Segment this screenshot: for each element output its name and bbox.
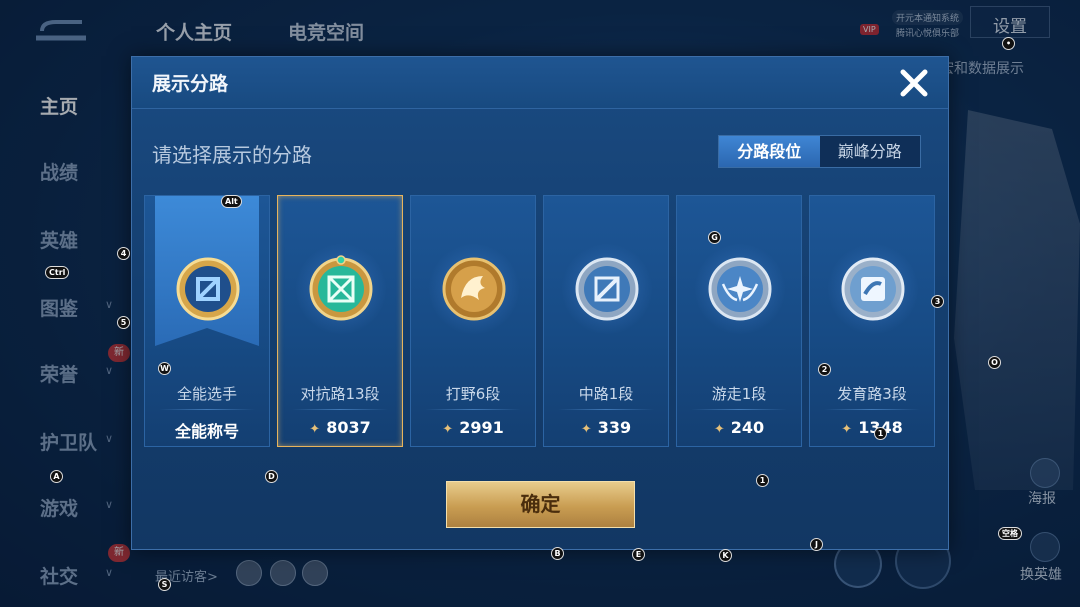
shortcut-key-b: B	[551, 547, 564, 560]
lane-card-list: 全能选手 全能称号 对抗路13段 ✦ 8037 打野6段 ✦ 2991 中路1段…	[144, 193, 936, 449]
points-icon: ✦	[841, 422, 853, 437]
points-icon: ✦	[442, 422, 454, 437]
shortcut-key-alt: Alt	[221, 195, 242, 208]
select-lane-prompt: 请选择展示的分路	[152, 143, 312, 167]
lane-card-jungle[interactable]: 打野6段 ✦ 2991	[410, 195, 536, 447]
shortcut-key-k: K	[719, 549, 732, 562]
lane-mode-toggle: 分路段位 巅峰分路	[718, 135, 921, 168]
shortcut-key-e: E	[632, 548, 645, 561]
lane-card-clash[interactable]: 对抗路13段 ✦ 8037	[277, 195, 403, 447]
lane-card-mid[interactable]: 中路1段 ✦ 339	[543, 195, 669, 447]
divider	[691, 409, 787, 410]
dialog-title: 展示分路	[152, 73, 229, 95]
lane-title: 全能称号	[174, 422, 239, 441]
shortcut-key-ctrl: Ctrl	[45, 266, 70, 279]
tab-lane-rank[interactable]: 分路段位	[719, 136, 820, 167]
shortcut-key-s: S	[158, 578, 171, 591]
all-round-emblem-icon	[176, 257, 240, 321]
shortcut-key-2: 2	[818, 363, 831, 376]
lane-points: ✦ 240	[713, 418, 765, 437]
divider	[159, 409, 255, 410]
shortcut-key-d: D	[265, 470, 278, 483]
divider	[824, 409, 920, 410]
shortcut-key-a: A	[50, 470, 63, 483]
divider	[292, 409, 388, 410]
shortcut-key-o: O	[988, 356, 1001, 369]
jungle-emblem-icon	[442, 257, 506, 321]
shortcut-key-g: G	[708, 231, 721, 244]
lane-name: 打野6段	[445, 385, 501, 403]
confirm-button[interactable]: 确定	[446, 481, 635, 528]
shortcut-key-space: 空格	[998, 527, 1022, 540]
divider	[425, 409, 521, 410]
lane-card-all-round[interactable]: 全能选手 全能称号	[144, 195, 270, 447]
shortcut-key-1: 1	[874, 427, 887, 440]
lane-name: 全能选手	[176, 385, 237, 403]
shortcut-key-j: J	[810, 538, 823, 551]
roam-emblem-icon	[708, 257, 772, 321]
dialog-header: 展示分路	[132, 57, 948, 109]
clash-lane-emblem-icon	[309, 255, 373, 321]
lane-card-roam[interactable]: 游走1段 ✦ 240	[676, 195, 802, 447]
shortcut-key-4: 4	[117, 247, 130, 260]
shortcut-key-dot: •	[1002, 37, 1015, 50]
lane-display-dialog: 展示分路 请选择展示的分路 分路段位 巅峰分路 全能选手 全能称号 对抗路13段…	[131, 56, 949, 550]
tab-peak-lane[interactable]: 巅峰分路	[820, 136, 921, 167]
close-icon[interactable]	[894, 63, 934, 103]
lane-points: ✦ 339	[580, 418, 632, 437]
points-icon: ✦	[580, 422, 592, 437]
lane-points: ✦ 8037	[309, 418, 371, 437]
lane-name: 对抗路13段	[300, 385, 380, 403]
lane-name: 发育路3段	[837, 385, 907, 403]
lane-name: 中路1段	[578, 385, 634, 403]
lane-name: 游走1段	[711, 385, 767, 403]
farm-lane-emblem-icon	[841, 257, 905, 321]
shortcut-key-1: 1	[756, 474, 769, 487]
lane-points: ✦ 2991	[442, 418, 504, 437]
shortcut-key-5: 5	[117, 316, 130, 329]
points-icon: ✦	[309, 422, 321, 437]
shortcut-key-w: W	[158, 362, 171, 375]
points-icon: ✦	[713, 422, 725, 437]
lane-points: ✦1348	[810, 418, 934, 437]
mid-lane-emblem-icon	[575, 257, 639, 321]
divider	[558, 409, 654, 410]
shortcut-key-3: 3	[931, 295, 944, 308]
lane-card-farm[interactable]: 发育路3段 ✦1348	[809, 195, 935, 447]
